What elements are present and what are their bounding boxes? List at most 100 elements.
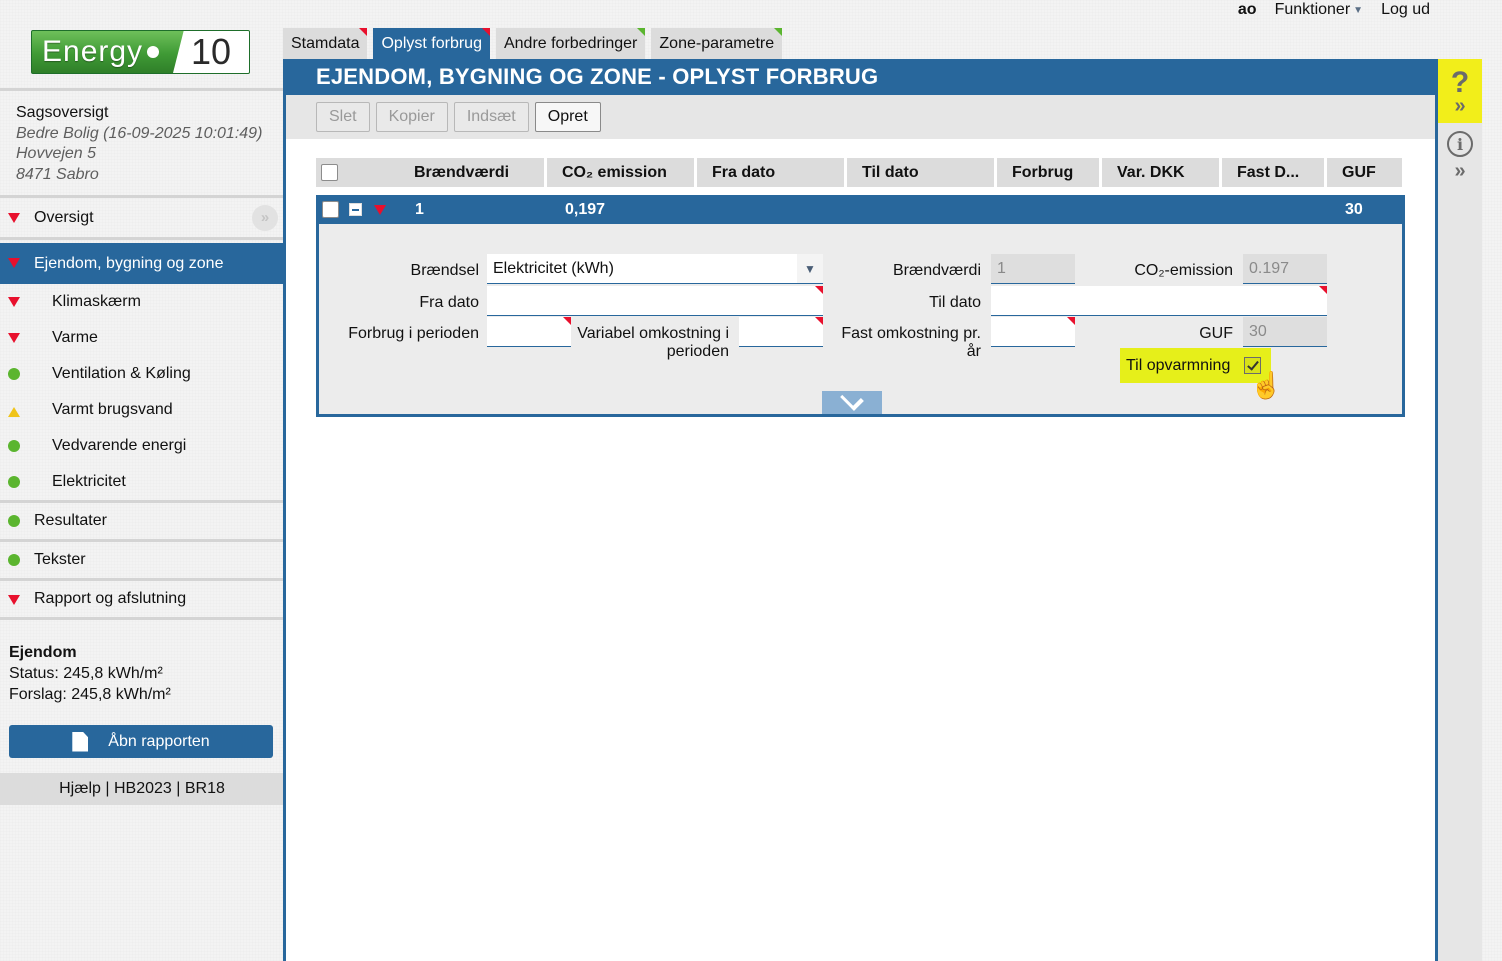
expand-details-button[interactable]	[822, 387, 882, 414]
sidebar-item-vedvarende[interactable]: Vedvarende energi	[0, 428, 284, 464]
sidebar-item-label: Varmt brugsvand	[52, 401, 173, 418]
fast-omkostning-field[interactable]	[991, 317, 1075, 347]
summary-status: Status: 245,8 kWh/m²	[9, 665, 163, 682]
guf-field[interactable]: 30	[1243, 317, 1327, 347]
copy-button[interactable]: Kopier	[375, 102, 448, 132]
select-all-checkbox[interactable]	[321, 164, 338, 181]
sidebar-item-label: Vedvarende energi	[52, 437, 187, 454]
sidebar-item-ventilation[interactable]: Ventilation & Køling	[0, 356, 284, 392]
energy-summary: Ejendom Status: 245,8 kWh/m² Forslag: 24…	[0, 620, 284, 705]
tab-bar: Stamdata Oplyst forbrug Andre forbedring…	[283, 28, 783, 59]
info-icon: i	[1447, 131, 1473, 157]
info-panel-toggle[interactable]: i »	[1438, 131, 1482, 182]
braendvaerdi-field[interactable]: 1	[991, 254, 1075, 284]
page-title: EJENDOM, BYGNING OG ZONE - OPLYST FORBRU…	[286, 59, 1435, 95]
logout-link[interactable]: Log ud	[1381, 1, 1430, 19]
sidebar-item-label: Ventilation & Køling	[52, 365, 191, 382]
co2-emission-label: CO₂-emission	[1134, 262, 1233, 279]
case-address: Hovvejen 5	[16, 145, 97, 162]
sidebar-item-varme[interactable]: Varme	[0, 320, 284, 356]
case-overview[interactable]: Sagsoversigt Bedre Bolig (16-09-2025 10:…	[0, 91, 284, 195]
status-ok-icon	[8, 515, 20, 527]
status-ok-icon	[8, 368, 20, 380]
summary-heading: Ejendom	[9, 644, 77, 661]
sidebar-item-label: Ejendom, bygning og zone	[34, 254, 224, 272]
til-opvarmning-label: Til opvarmning	[1126, 356, 1231, 374]
warning-triangle-icon	[374, 205, 386, 215]
row-detail-form: Brændsel Elektricitet (kWh) ▼ Brændværdi…	[316, 224, 1405, 417]
status-ok-icon	[8, 554, 20, 566]
consumption-grid: Brændværdi CO₂ emission Fra dato Til dat…	[316, 158, 1405, 417]
forbrug-label: Forbrug i perioden	[348, 325, 479, 342]
row-checkbox[interactable]	[322, 201, 339, 218]
table-row[interactable]: 1 0,197 30	[316, 195, 1405, 224]
toolbar: Slet Kopier Indsæt Opret	[286, 95, 1435, 139]
sidebar-item-oversigt[interactable]: Oversigt »	[0, 198, 284, 240]
expand-icon: »	[1454, 160, 1466, 182]
forbrug-field[interactable]	[487, 317, 571, 347]
paste-button[interactable]: Indsæt	[453, 102, 529, 132]
sidebar-item-label: Klimaskærm	[52, 293, 141, 310]
fra-dato-field[interactable]	[487, 286, 823, 316]
variabel-field[interactable]	[739, 317, 823, 347]
dropdown-arrow-icon[interactable]: ▼	[797, 254, 823, 283]
collapse-sidebar-icon[interactable]: »	[252, 204, 278, 231]
delete-button[interactable]: Slet	[316, 102, 370, 132]
sidebar-item-klimaskaerm[interactable]: Klimaskærm	[0, 284, 284, 320]
hb-link[interactable]: HB2023	[114, 780, 172, 798]
sidebar-item-ejendom[interactable]: Ejendom, bygning og zone	[0, 243, 284, 284]
energy10-logo[interactable]: Energy 10	[31, 30, 250, 74]
fra-dato-label: Fra dato	[419, 294, 479, 311]
logo-ten-text: 10	[173, 31, 249, 73]
tab-zone-parametre[interactable]: Zone-parametre	[651, 28, 783, 59]
header-til-dato[interactable]: Til dato	[847, 158, 994, 187]
header-fra-dato[interactable]: Fra dato	[697, 158, 844, 187]
tab-label: Andre forbedringer	[503, 34, 638, 52]
hand-cursor-icon: ☝	[1250, 370, 1283, 400]
tab-label: Stamdata	[291, 34, 360, 52]
fast-label-line2: år	[966, 343, 981, 360]
open-report-button[interactable]: Åbn rapporten	[9, 725, 273, 758]
til-dato-field[interactable]	[991, 286, 1327, 316]
braendsel-select[interactable]: Elektricitet (kWh) ▼	[487, 254, 823, 284]
guf-label: GUF	[1199, 325, 1233, 342]
tab-stamdata[interactable]: Stamdata	[283, 28, 368, 59]
header-co2[interactable]: CO₂ emission	[547, 158, 694, 187]
main-panel: EJENDOM, BYGNING OG ZONE - OPLYST FORBRU…	[283, 59, 1438, 961]
sidebar-item-rapport[interactable]: Rapport og afslutning	[0, 581, 284, 620]
header-label: Brændværdi	[414, 163, 510, 181]
status-ok-icon	[8, 440, 20, 452]
co2-emission-field[interactable]: 0.197	[1243, 254, 1327, 284]
collapse-row-icon[interactable]	[349, 203, 362, 216]
sidebar-item-tekster[interactable]: Tekster	[0, 542, 284, 581]
functions-menu[interactable]: Funktioner ▼	[1275, 1, 1364, 19]
tab-andre-forbedringer[interactable]: Andre forbedringer	[495, 28, 646, 59]
tab-oplyst-forbrug[interactable]: Oplyst forbrug	[373, 28, 490, 59]
sidebar-item-label: Resultater	[34, 512, 107, 529]
sidebar-item-label: Rapport og afslutning	[34, 590, 187, 607]
cell-co2: 0,197	[565, 200, 606, 218]
braendsel-value: Elektricitet (kWh)	[493, 259, 614, 277]
create-button[interactable]: Opret	[534, 102, 601, 132]
help-panel-toggle[interactable]: ? »	[1438, 59, 1482, 123]
header-braendvaerdi[interactable]: Brændværdi	[316, 158, 544, 187]
header-forbrug[interactable]: Forbrug	[997, 158, 1099, 187]
header-guf[interactable]: GUF	[1327, 158, 1402, 187]
tab-label: Zone-parametre	[659, 34, 775, 52]
sidebar-item-elektricitet[interactable]: Elektricitet	[0, 464, 284, 503]
logo-dot	[147, 46, 160, 58]
error-corner-icon	[481, 28, 490, 36]
sidebar-item-resultater[interactable]: Resultater	[0, 503, 284, 542]
header-fast-dkk[interactable]: Fast D...	[1222, 158, 1324, 187]
cell-guf: 30	[1345, 200, 1363, 218]
cell-braendvaerdi: 1	[415, 200, 424, 218]
header-var-dkk[interactable]: Var. DKK	[1102, 158, 1219, 187]
sidebar-item-varmt-brugsvand[interactable]: Varmt brugsvand	[0, 392, 284, 428]
help-link[interactable]: Hjælp	[59, 780, 101, 798]
variabel-label-line2: perioden	[666, 343, 729, 360]
warning-triangle-icon	[8, 595, 20, 607]
grid-header: Brændværdi CO₂ emission Fra dato Til dat…	[316, 158, 1405, 187]
til-opvarmning-row[interactable]: Til opvarmning	[1120, 348, 1271, 383]
br-link[interactable]: BR18	[185, 780, 225, 798]
case-name: Bedre Bolig (16-09-2025 10:01:49)	[16, 124, 263, 142]
